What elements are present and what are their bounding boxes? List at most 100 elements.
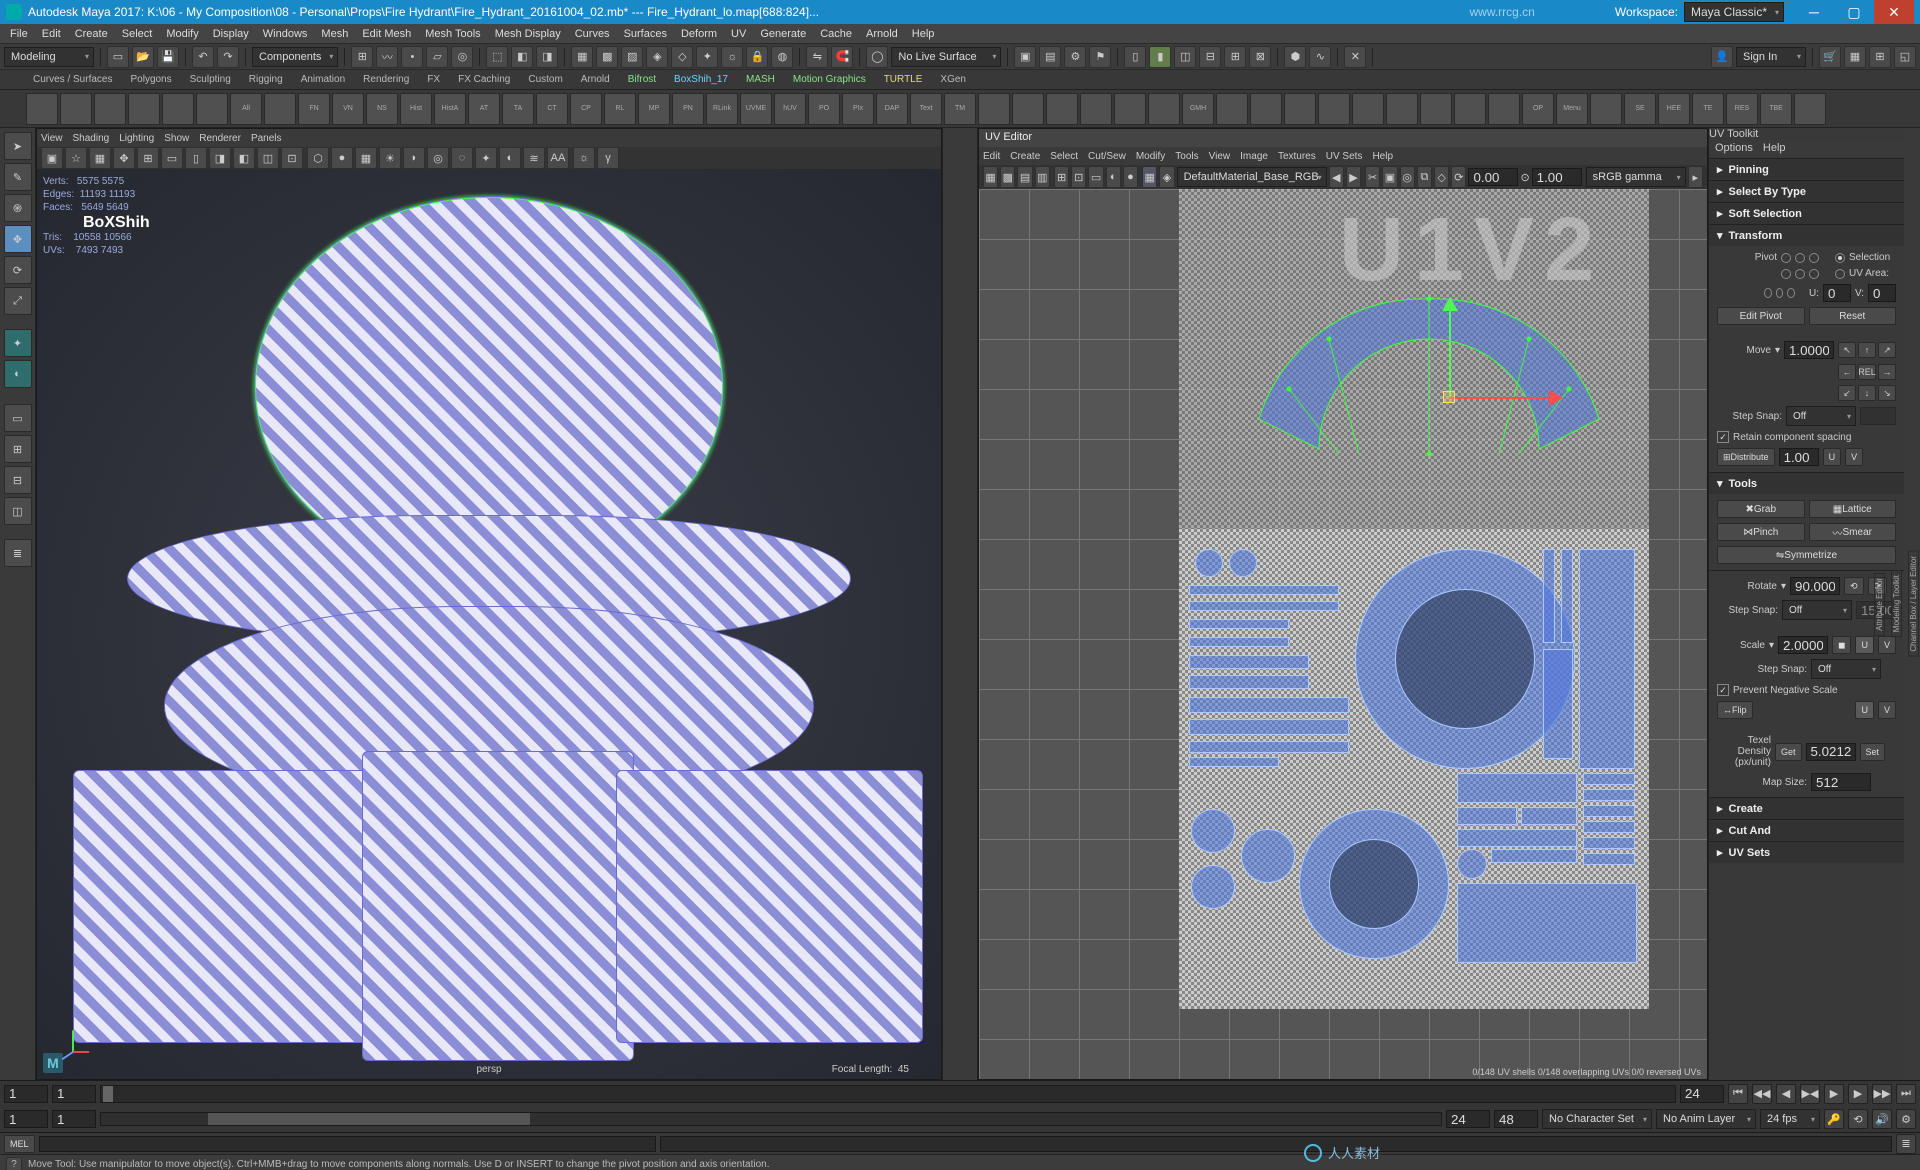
scale-stepsnap-dropdown[interactable]: Off [1811,659,1881,679]
time-slider[interactable] [100,1085,1676,1103]
range-slider[interactable] [100,1112,1442,1126]
shelf-icon-hUV[interactable]: hUV [774,93,806,125]
render-globals-icon[interactable]: ⚑ [1089,46,1111,68]
outliner-toggle-icon[interactable]: ≣ [4,539,32,567]
anim-layer-dropdown[interactable]: No Anim Layer [1656,1109,1756,1129]
scale-value-field[interactable] [1778,636,1828,654]
vp-film-gate-icon[interactable]: ▭ [161,147,183,169]
uv-wire-icon[interactable]: ◇ [1434,166,1449,188]
shelf-icon-35[interactable] [1216,93,1248,125]
timeline-end-frame[interactable] [1680,1085,1724,1103]
shelf-icon-AT[interactable]: AT [468,93,500,125]
sel-object-icon[interactable]: ◧ [511,46,533,68]
layout-single-icon[interactable]: ▭ [4,404,32,432]
shelf-icon-Text[interactable]: Text [910,93,942,125]
rotate-stepsnap-dropdown[interactable]: Off [1782,600,1852,620]
move-rel[interactable]: REL [1858,364,1876,380]
rotate-tool[interactable]: ⟳ [4,256,32,284]
uvtk-options-menu[interactable]: Options [1715,142,1753,156]
shelf-icon-2[interactable] [94,93,126,125]
shelf-tab-polygons[interactable]: Polygons [123,72,178,87]
shelf-icon-HistA[interactable]: HistA [434,93,466,125]
vp-menu-show[interactable]: Show [164,133,189,144]
goto-end-button[interactable]: ⏭ [1896,1084,1916,1104]
shelf-tab-fx[interactable]: FX [420,72,447,87]
vp-isolate-icon[interactable]: ◎ [427,147,449,169]
texel-set-button[interactable]: Set [1860,743,1886,761]
play-fwd-button[interactable]: ▶ [1824,1084,1844,1104]
shelf-icon-TM[interactable]: TM [944,93,976,125]
section-transform[interactable]: ▾ Transform [1709,225,1904,246]
move-value-field[interactable] [1784,341,1834,359]
distribute-u-button[interactable]: U [1823,448,1842,466]
shelf-tab-arnold[interactable]: Arnold [574,72,617,87]
pivot-uvarea[interactable] [1835,269,1845,279]
flip-button[interactable]: ↔ Flip [1717,701,1753,719]
smear-tool-button[interactable]: 〰 Smear [1809,523,1897,541]
maximize-button[interactable]: ▢ [1834,0,1874,24]
shelf-icon-37[interactable] [1284,93,1316,125]
mask7-icon[interactable]: ☼ [721,46,743,68]
uv-copy-icon[interactable]: ⧉ [1417,166,1432,188]
panel-layout5-icon[interactable]: ⊞ [1224,46,1246,68]
uv-material-dropdown[interactable]: DefaultMaterial_Base_RGB [1177,167,1327,187]
script-editor-button[interactable]: ≣ [1896,1134,1916,1154]
distribute-v-button[interactable]: V [1845,448,1863,466]
uv-image-icon[interactable]: ▭ [1088,166,1103,188]
uv-canvas[interactable]: U1V2 [979,189,1707,1079]
menu-deform[interactable]: Deform [675,26,723,42]
retain-spacing-checkbox[interactable]: ✓ [1717,431,1729,443]
snap-live-icon[interactable]: ◎ [451,46,473,68]
menu-create[interactable]: Create [69,26,114,42]
uv-grid-icon[interactable]: ⊞ [1054,166,1069,188]
section-pinning[interactable]: ▸ Pinning [1709,159,1904,180]
vp-xray-icon[interactable]: ◌ [451,147,473,169]
shelf-icon-30[interactable] [1046,93,1078,125]
uv-isolate-icon[interactable]: ✂ [1365,166,1380,188]
section-tools[interactable]: ▾ Tools [1709,473,1904,494]
layout-cycle-icon[interactable]: ⊞ [1869,46,1891,68]
uv-snapshot-icon[interactable]: ◎ [1400,166,1415,188]
close-button[interactable]: ✕ [1874,0,1914,24]
shelf-icon-33[interactable] [1148,93,1180,125]
shelf-tab-bifrost[interactable]: Bifrost [621,72,663,87]
command-input[interactable] [39,1136,656,1152]
vp-aa-icon[interactable]: AA [547,147,569,169]
snap-grid-icon[interactable]: ⊞ [351,46,373,68]
uv-menu-cut-sew[interactable]: Cut/Sew [1088,151,1126,162]
uv-edge-icon[interactable]: ▤ [1017,166,1032,188]
vp-safe-action-icon[interactable]: ◫ [257,147,279,169]
pivot-tc[interactable] [1795,253,1805,263]
redo-button[interactable]: ↷ [217,46,239,68]
vp-grid-icon[interactable]: ⊞ [137,147,159,169]
sel-hierarchy-icon[interactable]: ⬚ [486,46,508,68]
step-back-key-button[interactable]: ◀◀ [1752,1084,1772,1104]
mask4-icon[interactable]: ◈ [646,46,668,68]
render-settings-icon[interactable]: ⚙ [1064,46,1086,68]
shelf-icon-29[interactable] [1012,93,1044,125]
menu-display[interactable]: Display [207,26,255,42]
workspace-dropdown[interactable]: Maya Classic* [1684,2,1784,22]
menu-arnold[interactable]: Arnold [860,26,904,42]
toolbox-toggle-icon[interactable]: ▦ [1844,46,1866,68]
shelf-icon-TE[interactable]: TE [1692,93,1724,125]
pivot-v-field[interactable] [1868,284,1896,302]
axis-gizmo-icon[interactable] [55,1025,91,1061]
flip-u-button[interactable]: U [1855,701,1874,719]
pivot-tl[interactable] [1781,253,1791,263]
uv-menu-modify[interactable]: Modify [1136,151,1165,162]
paint-select-tool[interactable]: ֍ [4,194,32,222]
menu-curves[interactable]: Curves [569,26,616,42]
fps-dropdown[interactable]: 24 fps [1760,1109,1820,1129]
prefs-button[interactable]: ⚙ [1896,1109,1916,1129]
uv-px-snap-icon[interactable]: ⊡ [1071,166,1086,188]
uv-prev-tex-icon[interactable]: ◀ [1329,166,1344,188]
shelf-icon-MP[interactable]: MP [638,93,670,125]
pivot-mc[interactable] [1795,269,1805,279]
shelf-tab-turtle[interactable]: TURTLE [877,72,930,87]
shelf-icon-NS[interactable]: NS [366,93,398,125]
vp-wireframe-icon[interactable]: ⬡ [307,147,329,169]
vp-menu-lighting[interactable]: Lighting [119,133,154,144]
vp-image-plane-icon[interactable]: ▦ [89,147,111,169]
vp-menu-renderer[interactable]: Renderer [199,133,241,144]
